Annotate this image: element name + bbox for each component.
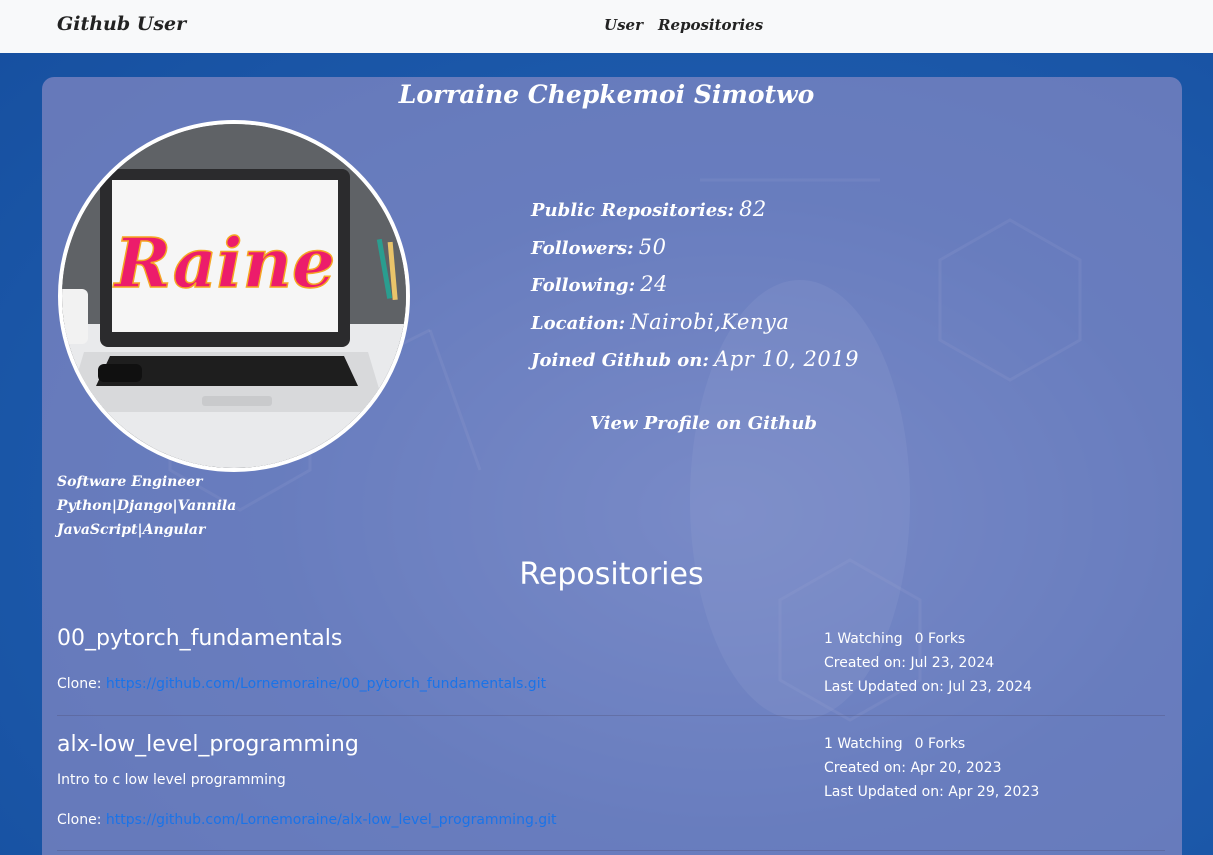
stat-label: Following:: [531, 275, 636, 296]
repo-updated: Last Updated on: Apr 29, 2023: [824, 784, 1040, 800]
repo-item: alx-low_level_programming Intro to c low…: [57, 730, 1165, 851]
repo-meta: 1 Watching 0 Forks Created on: Apr 20, 20…: [824, 732, 1039, 804]
stat-value: 82: [739, 197, 767, 221]
repo-item: 00_pytorch_fundamentals Clone: https://g…: [57, 625, 1165, 716]
stat-label: Followers:: [531, 237, 634, 259]
stat-value: Apr 10, 2019: [714, 347, 859, 371]
avatar-image: Raine: [62, 124, 406, 468]
stat-label: Location:: [531, 312, 626, 334]
clone-label: Clone:: [57, 676, 102, 692]
stat-followers: Followers: 50: [531, 235, 859, 273]
profile-bio: Software Engineer Python|Django|Vannila …: [57, 474, 237, 538]
repo-clone: Clone: https://github.com/Lornemoraine/0…: [57, 676, 546, 692]
repo-watching: 1 Watching: [824, 631, 903, 647]
view-profile-link[interactable]: View Profile on Github: [590, 413, 817, 434]
stat-following: Following: 24: [531, 272, 859, 310]
nav-links: User Repositories: [604, 16, 763, 34]
avatar-logo-text: Raine: [113, 224, 336, 304]
repo-updated: Last Updated on: Jul 23, 2024: [824, 679, 1032, 695]
nav-link-repositories[interactable]: Repositories: [658, 16, 763, 34]
clone-label: Clone:: [57, 812, 102, 828]
nav-link-user[interactable]: User: [604, 16, 643, 34]
repo-forks: 0 Forks: [914, 736, 966, 752]
stat-public-repos: Public Repositories: 82: [531, 197, 859, 235]
repo-clone: Clone: https://github.com/Lornemoraine/a…: [57, 812, 557, 828]
stat-location: Location: Nairobi,Kenya: [531, 310, 859, 348]
stat-value: Nairobi,Kenya: [630, 309, 790, 334]
repo-forks: 0 Forks: [914, 631, 966, 647]
clone-url-link[interactable]: https://github.com/Lornemoraine/00_pytor…: [106, 676, 546, 692]
repo-name[interactable]: alx-low_level_programming: [57, 732, 359, 757]
navbar-brand[interactable]: Github User: [57, 13, 186, 35]
stat-value: 50: [638, 234, 667, 259]
profile-stats: Public Repositories: 82 Followers: 50 Fo…: [531, 197, 859, 385]
clone-url-link[interactable]: https://github.com/Lornemoraine/alx-low_…: [106, 812, 557, 828]
repo-meta: 1 Watching 0 Forks Created on: Jul 23, 20…: [824, 627, 1032, 699]
avatar: Raine: [58, 120, 410, 472]
repo-created: Created on: Jul 23, 2024: [824, 655, 995, 671]
stat-joined: Joined Github on: Apr 10, 2019: [531, 347, 859, 385]
stat-label: Public Repositories:: [531, 200, 734, 221]
repo-created: Created on: Apr 20, 2023: [824, 760, 1002, 776]
repo-description: Intro to c low level programming: [57, 772, 286, 788]
repo-name[interactable]: 00_pytorch_fundamentals: [57, 626, 342, 651]
profile-name: Lorraine Chepkemoi Simotwo: [398, 80, 815, 109]
repositories-title: Repositories: [519, 557, 704, 592]
stat-value: 24: [640, 272, 668, 296]
stat-label: Joined Github on:: [531, 350, 710, 371]
repo-watching: 1 Watching: [824, 736, 903, 752]
navbar: Github User User Repositories: [0, 0, 1213, 53]
